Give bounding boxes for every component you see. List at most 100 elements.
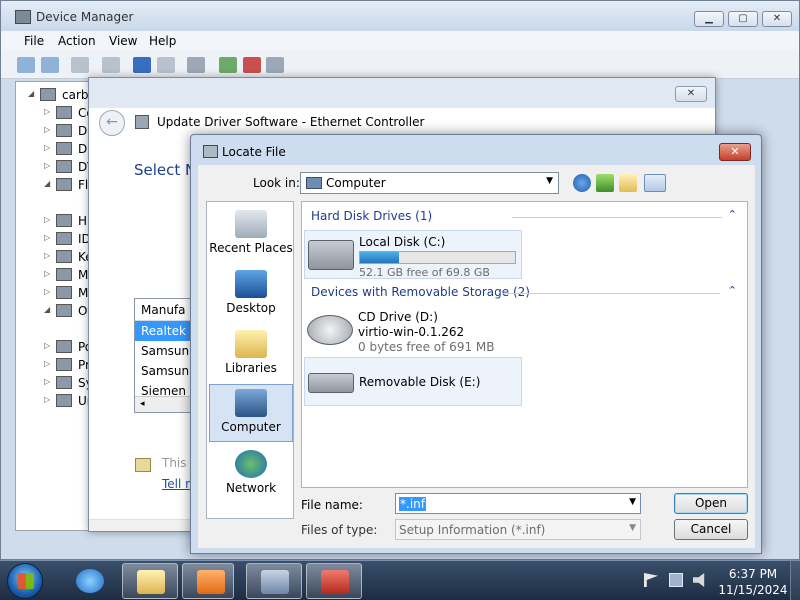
place-desktop[interactable]: Desktop — [209, 266, 293, 324]
taskbar-media-player[interactable] — [182, 563, 234, 599]
tree-item[interactable]: ▷ Mi — [16, 266, 90, 284]
scan-icon[interactable] — [187, 57, 205, 73]
collapse-icon[interactable]: ◢ — [28, 89, 34, 98]
close-button[interactable]: ✕ — [762, 11, 792, 27]
expand-icon[interactable]: ▷ — [44, 359, 50, 368]
uninstall-icon[interactable] — [243, 57, 261, 73]
enable-icon[interactable] — [266, 57, 284, 73]
minimize-button[interactable]: ▁ — [694, 11, 724, 27]
menu-action[interactable]: Action — [58, 34, 96, 48]
file-name-input[interactable]: *.inf ▼ — [395, 493, 641, 514]
chevron-down-icon[interactable]: ▼ — [629, 497, 636, 507]
expand-icon[interactable]: ▷ — [44, 215, 50, 224]
taskbar-internet-explorer[interactable] — [62, 563, 118, 599]
expand-icon[interactable]: ▷ — [44, 161, 50, 170]
group-label: Devices with Removable Storage (2) — [311, 285, 530, 299]
tree-item[interactable]: ◢ Fl — [16, 176, 90, 194]
tree-root[interactable]: ◢ carbo — [16, 86, 90, 104]
view-menu-icon[interactable] — [644, 174, 666, 192]
tree-item[interactable]: ▷Co — [16, 104, 90, 122]
look-in-dropdown[interactable]: Computer ▼ — [300, 172, 559, 194]
collapse-icon[interactable]: ◢ — [44, 179, 50, 188]
expand-icon[interactable]: ▷ — [44, 125, 50, 134]
menu-view[interactable]: View — [109, 34, 137, 48]
device-tree: ◢ carbo ▷Co ▷Di ▷Di ▷DV ◢Fl ▷Hu ▷ID ▷Ke … — [15, 81, 91, 531]
drive-name: Local Disk (C:) — [359, 235, 446, 249]
taskbar-device-manager[interactable] — [246, 563, 302, 599]
manufacturer-list[interactable]: Manufa Realtek Samsun Samsun Siemen ◂ — [134, 298, 194, 413]
forward-arrow-icon[interactable] — [41, 57, 59, 73]
locate-file-close-button[interactable]: ✕ — [719, 143, 751, 161]
menu-file[interactable]: File — [24, 34, 44, 48]
tree-item[interactable]: ▷ Pr — [16, 356, 90, 374]
place-recent-places[interactable]: Recent Places — [209, 206, 293, 264]
clock-date[interactable]: 11/15/2024 — [718, 583, 788, 597]
locate-file-body: Look in: Computer ▼ Recent Places Deskto… — [198, 165, 755, 548]
place-network[interactable]: Network — [209, 446, 293, 504]
maximize-button[interactable]: ▢ — [728, 11, 758, 27]
device-icon — [56, 340, 72, 353]
list-item[interactable]: Samsun — [135, 341, 193, 361]
horizontal-scrollbar[interactable]: ◂ — [135, 396, 193, 412]
expand-icon[interactable]: ▷ — [44, 395, 50, 404]
list-icon[interactable] — [102, 57, 120, 73]
tree-item[interactable]: ▷Ke — [16, 248, 90, 266]
start-button[interactable] — [7, 563, 43, 599]
tree-item[interactable]: ▷Mo — [16, 284, 90, 302]
file-type-label: Files of type: — [301, 523, 378, 537]
place-computer[interactable]: Computer — [209, 384, 293, 442]
expand-icon[interactable]: ▷ — [44, 107, 50, 116]
tree-item[interactable]: ▷ ID — [16, 230, 90, 248]
expand-icon[interactable]: ▷ — [44, 287, 50, 296]
action-center-flag-icon[interactable] — [644, 573, 658, 587]
list-item[interactable]: Realtek — [135, 321, 193, 341]
update-driver-icon[interactable] — [219, 57, 237, 73]
tree-item[interactable]: ▷Hu — [16, 212, 90, 230]
up-folder-icon[interactable] — [596, 174, 614, 192]
volume-muted-icon[interactable] — [693, 573, 705, 587]
drive-cd-d[interactable]: CD Drive (D:) virtio-win-0.1.262 0 bytes… — [304, 306, 522, 355]
clock-time[interactable]: 6:37 PM — [718, 567, 788, 581]
look-in-label: Look in: — [253, 176, 300, 190]
tree-item[interactable]: ▷ Po — [16, 338, 90, 356]
properties-icon[interactable] — [71, 57, 89, 73]
tree-item[interactable]: ▷Sy — [16, 374, 90, 392]
help-icon[interactable] — [133, 57, 151, 73]
menu-help[interactable]: Help — [149, 34, 176, 48]
taskbar-explorer[interactable] — [122, 563, 178, 599]
drive-local-c[interactable]: Local Disk (C:) 52.1 GB free of 69.8 GB — [304, 230, 522, 279]
back-icon[interactable] — [573, 174, 591, 192]
back-button[interactable]: ← — [99, 110, 125, 136]
group-header-hard-disk[interactable]: Hard Disk Drives (1) ⌃ — [302, 208, 747, 226]
expand-icon[interactable]: ▷ — [44, 377, 50, 386]
expand-icon[interactable]: ▷ — [44, 233, 50, 242]
expand-icon[interactable]: ▷ — [44, 143, 50, 152]
view-icon[interactable] — [157, 57, 175, 73]
update-driver-close-button[interactable]: ✕ — [675, 86, 707, 102]
list-item[interactable]: Samsun — [135, 361, 193, 381]
collapse-icon[interactable]: ⌃ — [728, 208, 737, 221]
tree-item[interactable]: ▷Un — [16, 392, 90, 410]
tree-item[interactable]: ▷ Di — [16, 140, 90, 158]
group-header-removable[interactable]: Devices with Removable Storage (2) ⌃ — [302, 284, 747, 302]
tree-item[interactable]: ▷DV — [16, 158, 90, 176]
file-name-value: *.inf — [399, 497, 426, 511]
place-libraries[interactable]: Libraries — [209, 326, 293, 384]
collapse-icon[interactable]: ◢ — [44, 305, 50, 314]
expand-icon[interactable]: ▷ — [44, 341, 50, 350]
collapse-icon[interactable]: ⌃ — [728, 284, 737, 297]
expand-icon[interactable]: ▷ — [44, 251, 50, 260]
file-type-select[interactable]: Setup Information (*.inf) ▼ — [395, 519, 641, 540]
look-in-value: Computer — [326, 176, 386, 190]
expand-icon[interactable]: ▷ — [44, 269, 50, 278]
open-button[interactable]: Open — [674, 493, 748, 514]
taskbar-toolbox[interactable] — [306, 563, 362, 599]
network-status-icon[interactable] — [669, 573, 683, 587]
show-desktop-button[interactable] — [790, 561, 800, 600]
drive-removable-e[interactable]: Removable Disk (E:) — [304, 357, 522, 406]
back-arrow-icon[interactable] — [17, 57, 35, 73]
cancel-button[interactable]: Cancel — [674, 519, 748, 540]
tree-item[interactable]: ◢ Ot — [16, 302, 90, 320]
new-folder-icon[interactable] — [619, 174, 637, 192]
tree-item[interactable]: ▷ Di — [16, 122, 90, 140]
